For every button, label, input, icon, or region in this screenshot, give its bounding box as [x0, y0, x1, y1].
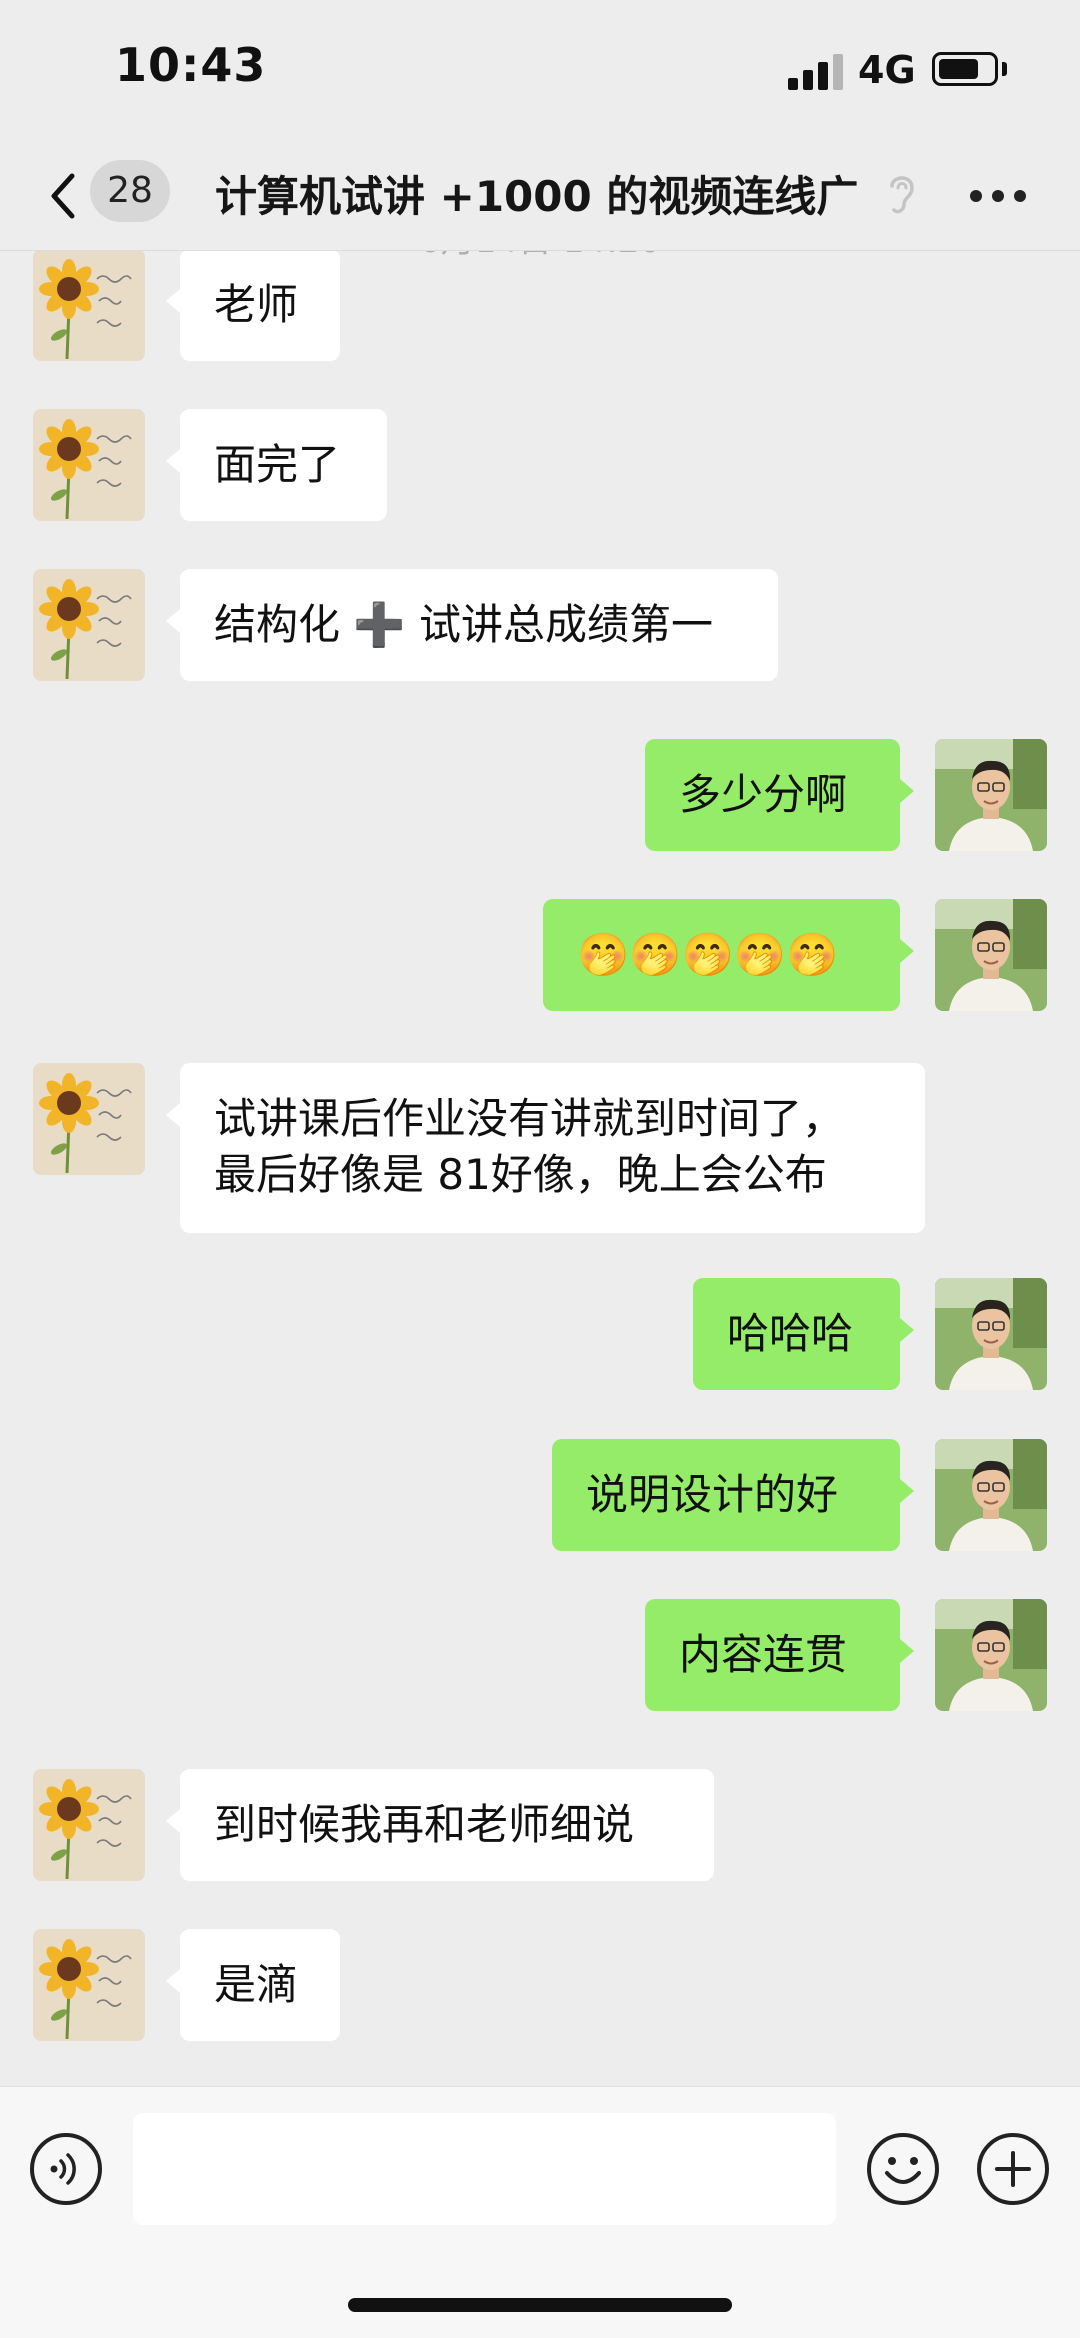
message-text: 老师: [214, 280, 299, 329]
message-list[interactable]: 6月14日 14:20 老师面完了结构化 ➕ 试讲总成绩第一多少分啊 🤭🤭🤭🤭🤭 试…: [0, 251, 1080, 2085]
outgoing-message-bubble[interactable]: 内容连贯: [645, 1599, 914, 1711]
voice-icon[interactable]: [28, 2131, 104, 2207]
unread-count-badge[interactable]: 28: [90, 160, 170, 222]
my-avatar[interactable]: [935, 1278, 1047, 1390]
chat-title: 计算机试讲 +1000 的视频连线广: [215, 172, 859, 221]
outgoing-message-bubble[interactable]: 🤭🤭🤭🤭🤭: [543, 899, 914, 1011]
message-input[interactable]: [133, 2113, 836, 2225]
message-text: 哈哈哈: [727, 1309, 854, 1358]
plus-icon[interactable]: [975, 2131, 1051, 2207]
message-text: 到时候我再和老师细说: [214, 1800, 635, 1849]
message-text: 内容连贯: [679, 1630, 848, 1679]
contact-avatar[interactable]: [33, 569, 145, 681]
incoming-message-bubble[interactable]: 面完了: [166, 409, 387, 521]
ear-icon: [890, 176, 914, 214]
chat-header: 28 计算机试讲 +1000 的视频连线广: [0, 140, 1080, 251]
outgoing-message-bubble[interactable]: 多少分啊: [645, 739, 914, 851]
outgoing-message-bubble[interactable]: 说明设计的好: [552, 1439, 914, 1551]
message-text: 试讲课后作业没有讲就到时间了，: [214, 1094, 845, 1143]
contact-avatar[interactable]: [33, 1063, 145, 1175]
message-text: 结构化 ➕ 试讲总成绩第一: [214, 600, 713, 649]
contact-avatar[interactable]: [33, 251, 145, 361]
message-text-line2: 最后好像是 81好像，晚上会公布: [214, 1150, 827, 1199]
incoming-message-bubble[interactable]: 到时候我再和老师细说: [166, 1769, 714, 1881]
my-avatar[interactable]: [935, 899, 1047, 1011]
signal-icon: [788, 52, 844, 90]
message-text: 🤭🤭🤭🤭🤭: [577, 930, 839, 979]
contact-avatar[interactable]: [33, 409, 145, 521]
incoming-message-bubble[interactable]: 结构化 ➕ 试讲总成绩第一: [166, 569, 778, 681]
network-label: 4G: [858, 48, 916, 92]
incoming-message-bubble[interactable]: 试讲课后作业没有讲就到时间了， 最后好像是 81好像，晚上会公布: [166, 1063, 925, 1233]
chevron-left-icon[interactable]: [42, 168, 92, 224]
incoming-message-bubble[interactable]: 是滴: [166, 1929, 340, 2041]
chat-timestamp: 6月14日 14:20: [0, 251, 1080, 262]
contact-avatar[interactable]: [33, 1929, 145, 2041]
message-text: 面完了: [214, 440, 341, 489]
message-text: 是滴: [214, 1960, 299, 2009]
status-bar: 10:43 4G: [0, 0, 1080, 140]
home-indicator: [348, 2298, 732, 2312]
message-text: 多少分啊: [679, 770, 848, 819]
battery-tip: [1002, 62, 1007, 76]
outgoing-message-bubble[interactable]: 哈哈哈: [693, 1278, 914, 1390]
battery-icon: [932, 52, 998, 86]
more-dots-icon[interactable]: [970, 188, 1030, 204]
status-time: 10:43: [115, 38, 267, 92]
my-avatar[interactable]: [935, 739, 1047, 851]
my-avatar[interactable]: [935, 1439, 1047, 1551]
message-text: 说明设计的好: [586, 1470, 839, 1519]
emoji-icon[interactable]: [865, 2131, 941, 2207]
contact-avatar[interactable]: [33, 1769, 145, 1881]
my-avatar[interactable]: [935, 1599, 1047, 1711]
incoming-message-bubble[interactable]: 老师: [166, 251, 340, 361]
